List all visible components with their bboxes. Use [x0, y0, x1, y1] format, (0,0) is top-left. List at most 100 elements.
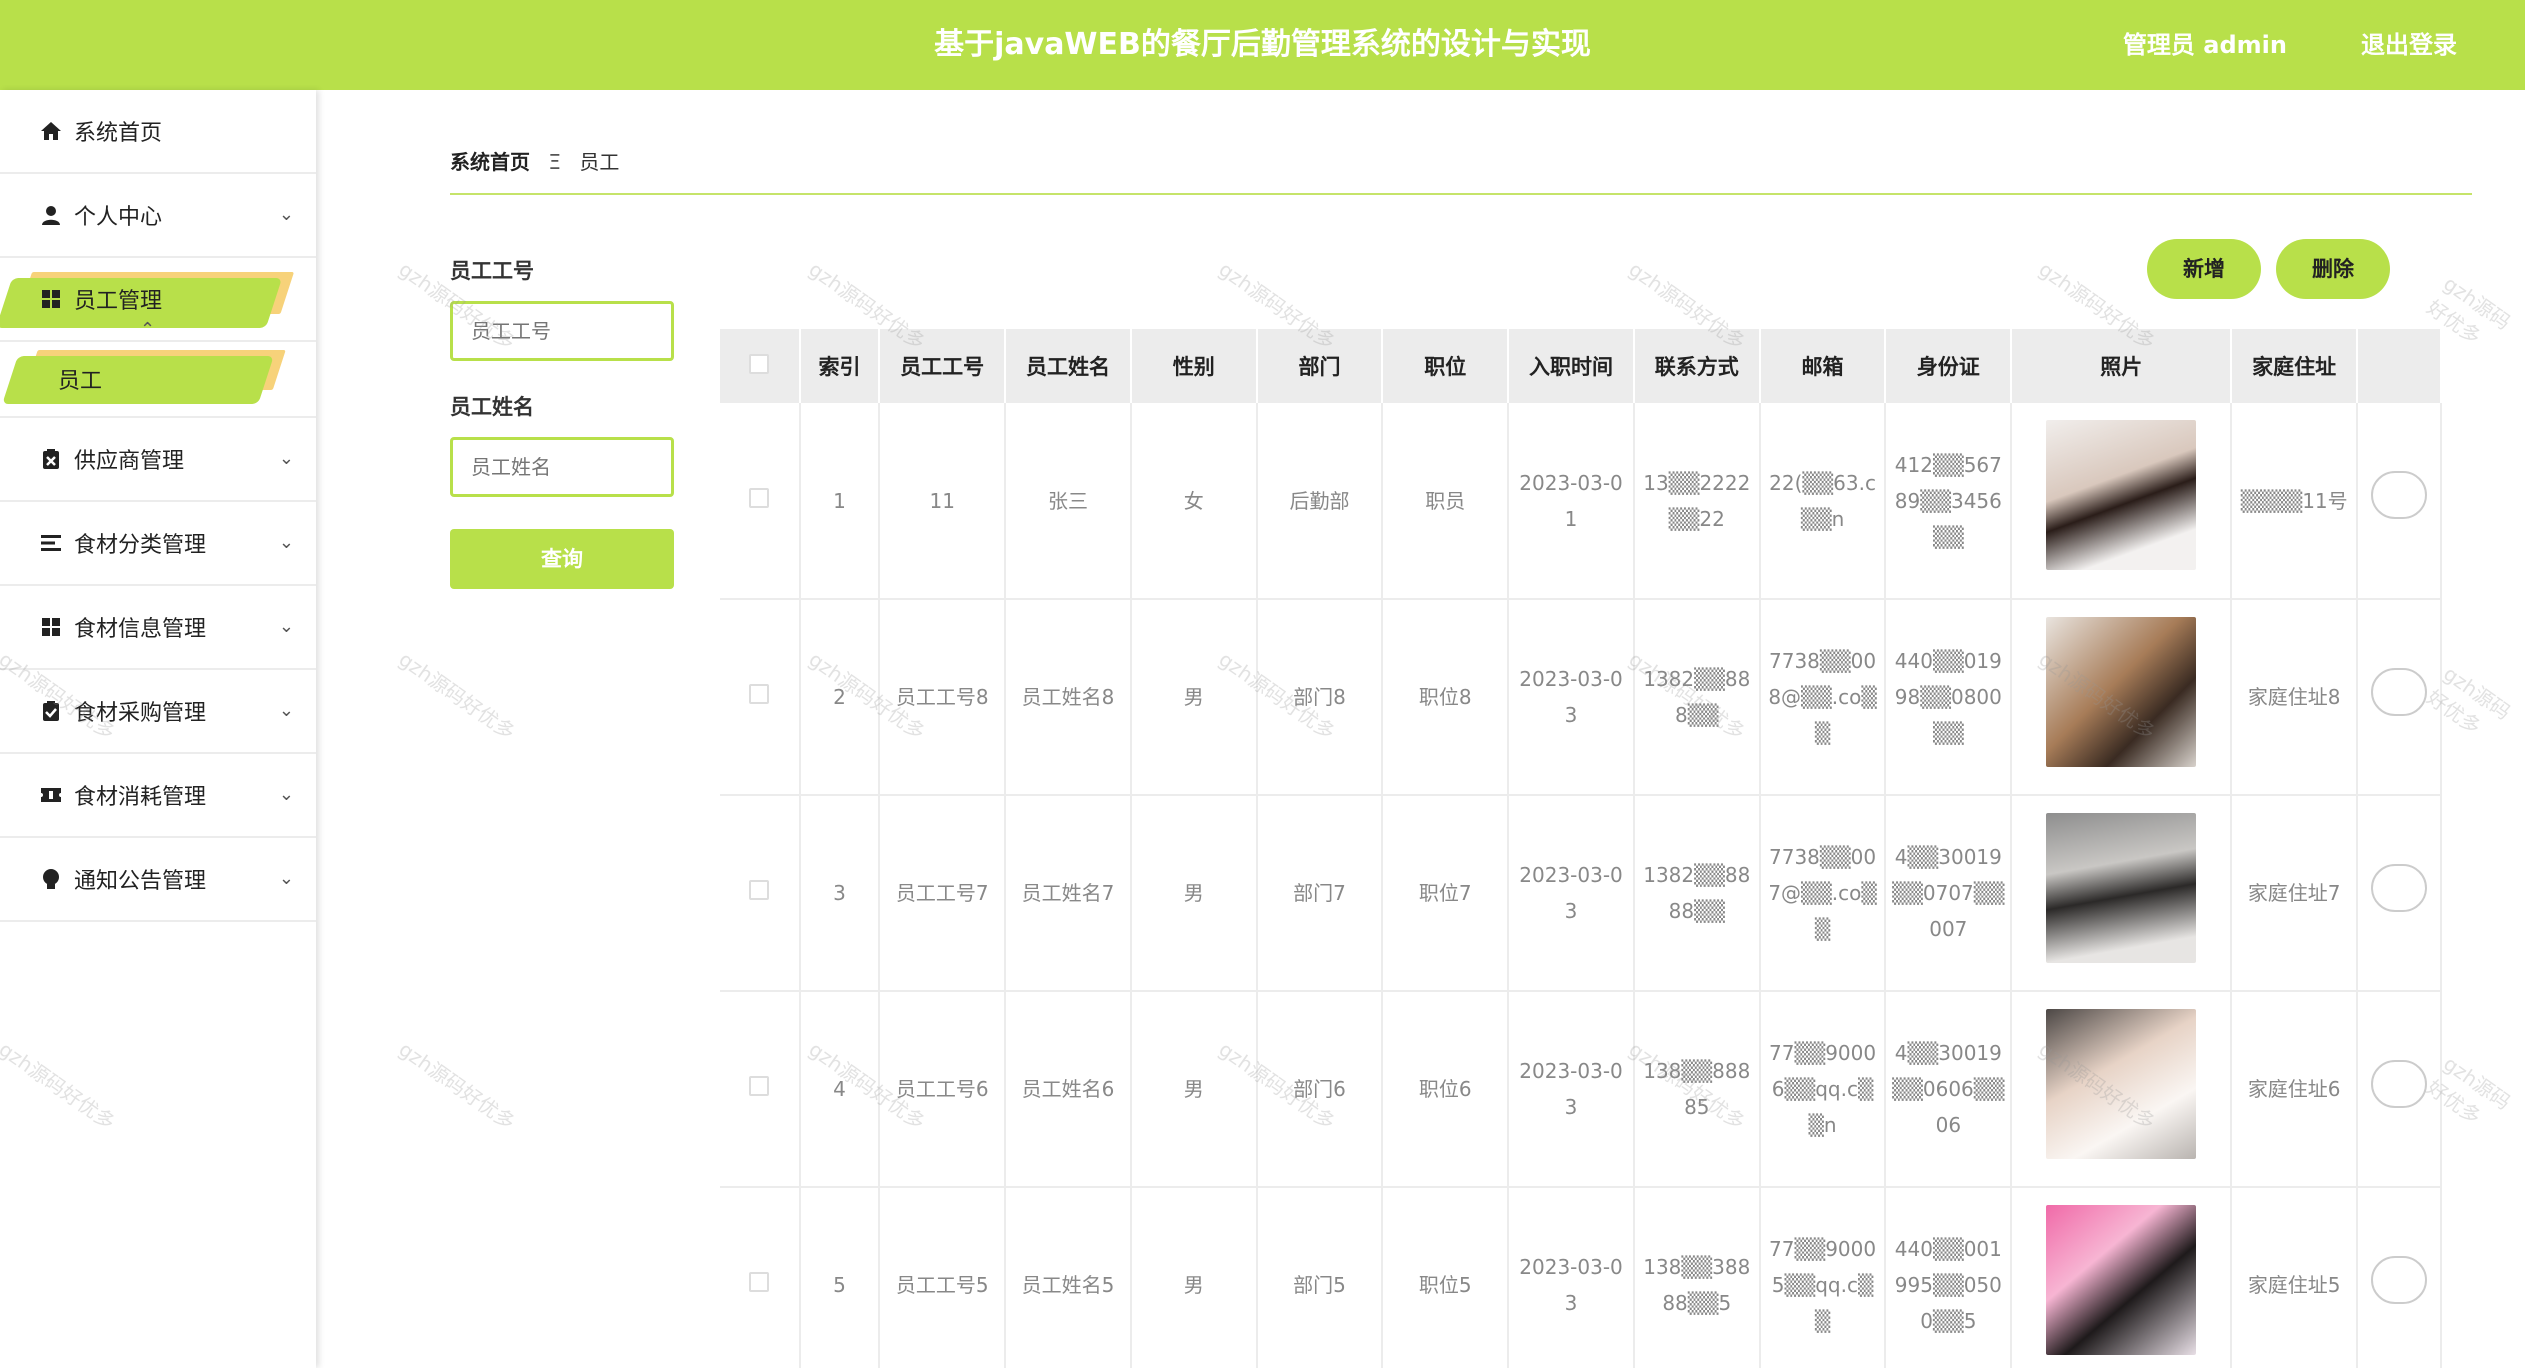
cell-email: 7738▒▒007@▒▒.co▒▒: [1759, 795, 1887, 992]
cell-hire-date: 2023-03-03: [1508, 599, 1635, 796]
cell-gender: 男: [1130, 599, 1258, 796]
cell-emp-no: 员工工号7: [879, 795, 1007, 992]
employee-photo: [2046, 812, 2197, 963]
cell-emp-no: 员工工号8: [879, 599, 1007, 796]
user-icon: [38, 202, 64, 228]
emp-no-input[interactable]: [450, 301, 674, 361]
cell-address: 家庭住址8: [2231, 599, 2359, 796]
cell-dept: 部门5: [1256, 1187, 1384, 1368]
cell-email: 22(▒▒63.c▒▒n: [1759, 403, 1887, 600]
row-action-button[interactable]: [2371, 1255, 2428, 1304]
row-action-button[interactable]: [2371, 863, 2428, 912]
chevron-down-icon: ⌄: [278, 204, 294, 225]
col-header-actions: [2357, 329, 2442, 403]
breadcrumb-current: 员工: [579, 150, 620, 174]
cell-address: 家庭住址5: [2231, 1187, 2359, 1368]
cell-hire-date: 2023-03-01: [1508, 403, 1635, 600]
sidebar-item-label: 食材采购管理: [74, 701, 207, 726]
col-header: 身份证: [1885, 329, 2013, 403]
cell-position: 职位5: [1382, 1187, 1510, 1368]
cell-phone: 1382▒▒888▒▒: [1633, 599, 1761, 796]
sidebar-item-notice-mgmt[interactable]: 通知公告管理 ⌄: [0, 838, 316, 922]
col-header: 入职时间: [1508, 329, 1635, 403]
add-button[interactable]: 新增: [2147, 239, 2261, 299]
employee-photo: [2046, 1204, 2197, 1355]
cell-address: ▒▒▒▒11号: [2231, 403, 2359, 600]
cell-emp-name: 员工姓名7: [1005, 795, 1132, 992]
cell-gender: 男: [1130, 1187, 1258, 1368]
chevron-down-icon: ⌄: [278, 532, 294, 553]
sidebar-item-category-mgmt[interactable]: 食材分类管理 ⌄: [0, 502, 316, 586]
employee-table: 索引 员工工号 员工姓名 性别 部门 职位 入职时间 联系方式 邮箱 身份证 照…: [720, 329, 2442, 1368]
row-action-button[interactable]: [2371, 1059, 2428, 1108]
logout-button[interactable]: 退出登录: [2361, 0, 2457, 90]
grid-icon: [38, 614, 64, 640]
sidebar-item-purchase-mgmt[interactable]: 食材采购管理 ⌄: [0, 670, 316, 754]
breadcrumb-divider: [450, 193, 2472, 195]
clipboard-x-icon: [38, 446, 64, 472]
cell-id-card: 440▒▒01998▒▒0800▒▒: [1885, 599, 2013, 796]
table-row: 2 员工工号8 员工姓名8 男 部门8 职位8 2023-03-03 1382▒…: [720, 599, 2442, 796]
cell-position: 职位8: [1382, 599, 1510, 796]
col-header: 索引: [799, 329, 881, 403]
cell-emp-name: 员工姓名6: [1005, 991, 1132, 1188]
cell-dept: 部门7: [1256, 795, 1384, 992]
sidebar-item-home[interactable]: 系统首页: [0, 90, 316, 174]
row-checkbox[interactable]: [749, 1076, 770, 1096]
chevron-down-icon: ⌄: [278, 868, 294, 889]
sidebar-item-supplier-mgmt[interactable]: 供应商管理 ⌄: [0, 418, 316, 502]
row-action-button[interactable]: [2371, 667, 2428, 716]
sidebar-subitem-employee[interactable]: 员工: [0, 342, 316, 418]
chevron-down-icon: ⌄: [278, 700, 294, 721]
delete-button[interactable]: 删除: [2276, 239, 2390, 299]
cell-id-card: 412▒▒56789▒▒3456▒▒: [1885, 403, 2013, 600]
sidebar-item-label: 通知公告管理: [74, 869, 207, 894]
row-checkbox[interactable]: [749, 487, 770, 508]
sidebar-item-ingredient-mgmt[interactable]: 食材信息管理 ⌄: [0, 586, 316, 670]
table-row: 5 员工工号5 员工姓名5 男 部门5 职位5 2023-03-03 138▒▒…: [720, 1187, 2442, 1368]
query-button[interactable]: 查询: [450, 529, 674, 589]
sidebar-item-personal[interactable]: 个人中心 ⌄: [0, 174, 316, 258]
row-checkbox[interactable]: [749, 880, 770, 900]
cell-gender: 男: [1130, 991, 1258, 1188]
employee-photo: [2046, 1008, 2197, 1159]
cell-phone: 1382▒▒8888▒▒: [1633, 795, 1761, 992]
sidebar-item-label: 个人中心: [74, 205, 163, 230]
breadcrumb-home[interactable]: 系统首页: [450, 150, 530, 174]
top-header: 基于javaWEB的餐厅后勤管理系统的设计与实现 管理员 admin 退出登录: [0, 0, 2525, 90]
select-all-checkbox[interactable]: [749, 353, 770, 374]
col-header: 员工工号: [879, 329, 1007, 403]
cell-hire-date: 2023-03-03: [1508, 795, 1635, 992]
sidebar-item-label: 员工管理: [74, 289, 163, 314]
sidebar-item-consumption-mgmt[interactable]: 食材消耗管理 ⌄: [0, 754, 316, 838]
row-action-button[interactable]: [2371, 471, 2428, 519]
clipboard-check-icon: [38, 698, 64, 724]
ticket-icon: [38, 782, 64, 808]
cell-index: 5: [799, 1187, 881, 1368]
cell-emp-name: 员工姓名5: [1005, 1187, 1132, 1368]
cell-id-card: 4▒▒30019▒▒0707▒▒007: [1885, 795, 2013, 992]
grid-icon: [38, 286, 64, 312]
sidebar-item-label: 食材信息管理: [74, 617, 207, 642]
select-all-cell[interactable]: [720, 329, 801, 403]
cell-index: 3: [799, 795, 881, 992]
list-icon: [38, 530, 64, 556]
cell-address: 家庭住址6: [2231, 991, 2359, 1188]
sidebar-item-employee-mgmt[interactable]: 员工管理 ⌃: [0, 258, 316, 342]
cell-emp-name: 员工姓名8: [1005, 599, 1132, 796]
cell-gender: 男: [1130, 795, 1258, 992]
cell-email: 77▒▒90005▒▒qq.c▒▒: [1759, 1187, 1887, 1368]
search-panel: 员工工号 员工姓名 查询: [450, 255, 674, 589]
watermark: gzh源码好优多: [394, 1036, 520, 1135]
admin-user-label: 管理员 admin: [2122, 31, 2287, 59]
employee-photo: [2046, 616, 2197, 767]
col-header: 性别: [1130, 329, 1258, 403]
row-checkbox[interactable]: [749, 1272, 770, 1292]
chevron-up-icon: ⌃: [140, 318, 156, 340]
cell-email: 7738▒▒008@▒▒.co▒▒: [1759, 599, 1887, 796]
sidebar-item-label: 系统首页: [74, 121, 163, 146]
watermark: gzh源码好优多: [394, 646, 520, 745]
row-checkbox[interactable]: [749, 684, 770, 704]
col-header: 部门: [1256, 329, 1384, 403]
emp-name-input[interactable]: [450, 437, 674, 497]
